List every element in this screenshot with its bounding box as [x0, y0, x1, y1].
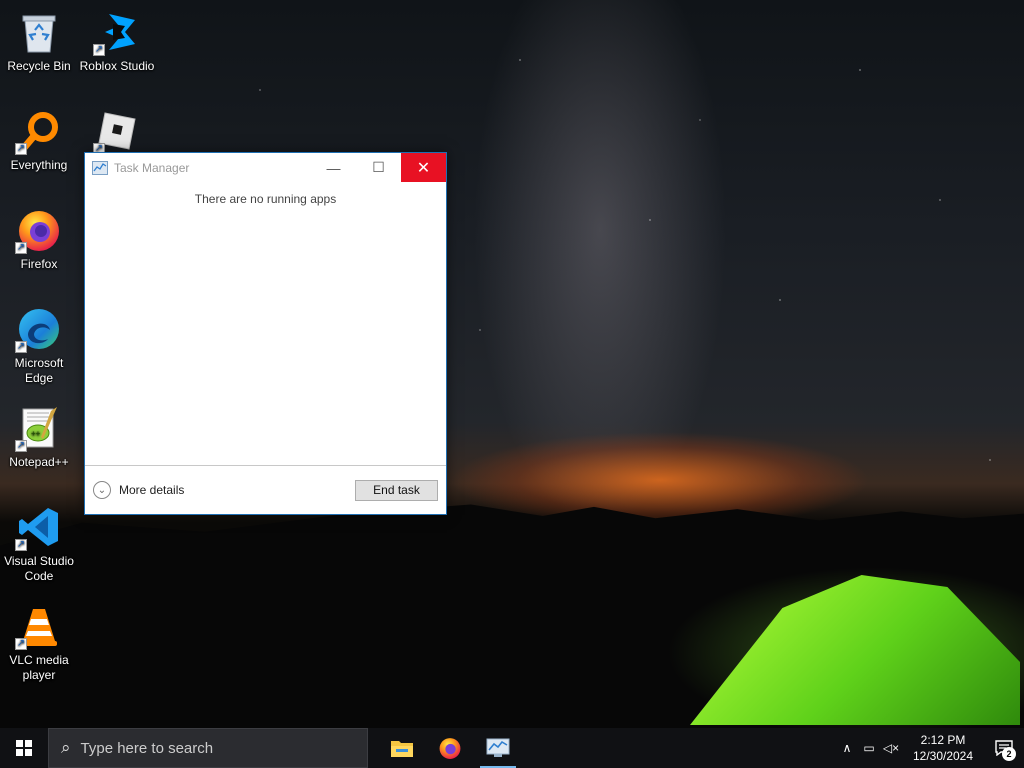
shortcut-arrow-icon: ↗ [15, 539, 27, 551]
desktop-icon-firefox[interactable]: ↗ Firefox [1, 206, 77, 272]
desktop-icon-edge[interactable]: ↗ Microsoft Edge [1, 305, 77, 386]
taskbar-clock[interactable]: 2:12 PM 12/30/2024 [902, 732, 984, 764]
desktop-icon-label: Visual Studio Code [4, 554, 74, 583]
shortcut-arrow-icon: ↗ [93, 44, 105, 56]
desktop-icon-label: VLC media player [9, 653, 69, 682]
desktop-icon-roblox-studio[interactable]: ↗ Roblox Studio [79, 8, 155, 74]
show-hidden-icons-chevron-icon[interactable]: ∧ [836, 728, 858, 768]
taskbar: ⌕ Type here to search ∧ ▭ ◁× 2:12 PM 12/… [0, 728, 1024, 768]
svg-text:++: ++ [31, 429, 41, 438]
notepad-plus-plus-icon: ++ ↗ [15, 404, 63, 452]
minimize-button[interactable]: — [311, 153, 356, 182]
taskbar-search-box[interactable]: ⌕ Type here to search [48, 728, 368, 768]
shortcut-arrow-icon: ↗ [15, 341, 27, 353]
vlc-icon: ↗ [15, 602, 63, 650]
task-manager-window[interactable]: Task Manager — ☐ ✕ There are no running … [84, 152, 447, 515]
chevron-down-icon[interactable]: ⌄ [93, 481, 111, 499]
roblox-studio-icon: ↗ [93, 8, 141, 56]
roblox-player-icon: ↗ [93, 107, 141, 155]
desktop-icon-recycle-bin[interactable]: Recycle Bin [1, 8, 77, 74]
start-button[interactable] [0, 728, 48, 768]
desktop-icon-label: Recycle Bin [7, 59, 71, 73]
firefox-icon [439, 738, 461, 759]
everything-search-icon: ↗ [15, 107, 63, 155]
end-task-button[interactable]: End task [355, 479, 438, 501]
desktop-icon-label: Roblox Studio [79, 59, 155, 73]
task-manager-icon [486, 738, 510, 757]
volume-muted-icon[interactable]: ◁× [880, 728, 902, 768]
network-icon[interactable]: ▭ [858, 728, 880, 768]
taskbar-firefox[interactable] [426, 728, 474, 768]
maximize-button[interactable]: ☐ [356, 153, 401, 182]
clock-time: 2:12 PM [920, 733, 966, 747]
desktop-icon-vlc[interactable]: ↗ VLC media player [1, 602, 77, 683]
notification-count-badge: 2 [1002, 747, 1016, 761]
desktop-icon-everything[interactable]: ↗ Everything [1, 107, 77, 173]
shortcut-arrow-icon: ↗ [15, 440, 27, 452]
more-details-link[interactable]: More details [119, 483, 184, 497]
file-explorer-icon [391, 741, 413, 757]
window-title: Task Manager [114, 160, 190, 175]
edge-icon: ↗ [15, 305, 63, 353]
no-running-apps-message: There are no running apps [194, 192, 337, 206]
desktop-icon-label: Firefox [20, 257, 58, 271]
task-manager-titlebar[interactable]: Task Manager — ☐ ✕ [85, 153, 446, 182]
desktop-icon-notepad-plus-plus[interactable]: ++ ↗ Notepad++ [1, 404, 77, 470]
shortcut-arrow-icon: ↗ [15, 143, 27, 155]
search-icon: ⌕ [61, 738, 71, 757]
desktop-icon-label: Microsoft Edge [14, 356, 64, 385]
desktop-icon-vscode[interactable]: ↗ Visual Studio Code [1, 503, 77, 584]
action-center-button[interactable]: 2 [984, 728, 1024, 768]
clock-date: 12/30/2024 [912, 749, 974, 763]
firefox-icon: ↗ [15, 206, 63, 254]
desktop-icon-roblox-player[interactable]: ↗ [79, 107, 155, 158]
close-button[interactable]: ✕ [401, 153, 446, 182]
task-manager-footer: ⌄ More details End task [85, 465, 446, 514]
taskbar-file-explorer[interactable] [378, 728, 426, 768]
desktop-icon-label: Everything [10, 158, 68, 172]
windows-logo-icon [16, 740, 32, 756]
system-tray: ∧ ▭ ◁× 2:12 PM 12/30/2024 2 [836, 728, 1024, 768]
shortcut-arrow-icon: ↗ [15, 242, 27, 254]
search-placeholder: Type here to search [80, 739, 214, 757]
desktop-icon-label: Notepad++ [9, 455, 69, 469]
task-manager-icon [92, 160, 108, 175]
shortcut-arrow-icon: ↗ [15, 638, 27, 650]
recycle-bin-icon [15, 8, 63, 56]
vscode-icon: ↗ [15, 503, 63, 551]
taskbar-task-manager[interactable] [474, 728, 522, 768]
